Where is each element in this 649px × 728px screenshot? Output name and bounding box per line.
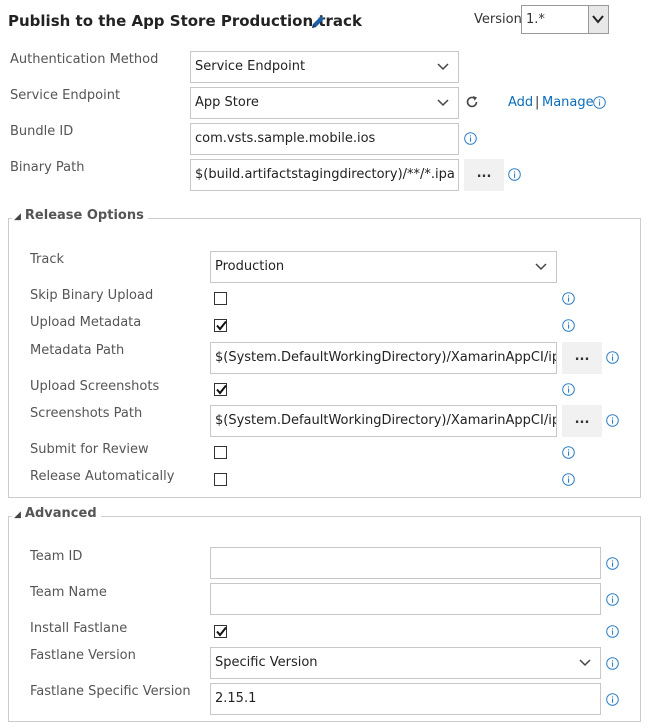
submit-for-review-checkbox[interactable] <box>214 446 227 459</box>
pencil-icon[interactable] <box>310 14 326 30</box>
release-options-title: Release Options <box>24 208 144 223</box>
info-icon[interactable] <box>508 168 521 181</box>
chevron-down-icon <box>579 659 591 667</box>
metadata-path-input[interactable]: $(System.DefaultWorkingDirectory)/Xamari… <box>210 342 557 374</box>
submit-for-review-label: Submit for Review <box>30 442 149 457</box>
info-icon[interactable] <box>562 319 575 332</box>
chevron-down-icon <box>588 6 608 33</box>
service-endpoint-value: App Store <box>195 95 259 110</box>
upload-metadata-checkbox[interactable] <box>214 319 227 332</box>
metadata-path-label: Metadata Path <box>30 343 125 358</box>
track-label: Track <box>30 252 65 267</box>
info-icon[interactable] <box>606 414 619 427</box>
track-value: Production <box>215 259 285 274</box>
bundle-id-value: com.vsts.sample.mobile.ios <box>195 131 376 146</box>
info-icon[interactable] <box>562 292 575 305</box>
auth-method-label: Authentication Method <box>10 52 159 67</box>
skip-binary-upload-checkbox[interactable] <box>214 292 227 305</box>
auth-method-value: Service Endpoint <box>195 59 306 74</box>
upload-screenshots-label: Upload Screenshots <box>30 379 160 394</box>
info-icon[interactable] <box>606 593 619 606</box>
binary-path-input[interactable]: $(build.artifactstagingdirectory)/**/*.i… <box>190 159 459 191</box>
info-icon[interactable] <box>606 351 619 364</box>
service-endpoint-label: Service Endpoint <box>10 88 121 103</box>
screenshots-path-browse-button[interactable]: ... <box>562 405 602 437</box>
binary-path-browse-button[interactable]: ... <box>464 159 504 191</box>
fastlane-version-select[interactable]: Specific Version <box>210 647 601 679</box>
team-id-input[interactable] <box>210 547 601 579</box>
check-icon <box>216 626 227 637</box>
info-icon[interactable] <box>606 557 619 570</box>
release-automatically-label: Release Automatically <box>30 469 175 484</box>
team-id-label: Team ID <box>30 549 83 564</box>
binary-path-label: Binary Path <box>10 160 85 175</box>
fastlane-version-label: Fastlane Version <box>30 648 136 663</box>
info-icon[interactable] <box>464 132 477 145</box>
release-options-legend[interactable]: ◢ Release Options <box>12 208 148 223</box>
metadata-path-browse-button[interactable]: ... <box>562 342 602 374</box>
collapse-triangle-icon: ◢ <box>14 510 21 520</box>
version-label: Version <box>474 12 522 27</box>
page-title: Publish to the App Store Production trac… <box>8 12 362 30</box>
fastlane-version-value: Specific Version <box>215 655 318 670</box>
install-fastlane-checkbox[interactable] <box>214 625 227 638</box>
team-name-label: Team Name <box>30 585 107 600</box>
version-select[interactable]: 1.* <box>521 5 609 34</box>
screenshots-path-label: Screenshots Path <box>30 406 143 421</box>
screenshots-path-value: $(System.DefaultWorkingDirectory)/Xamari… <box>215 413 557 428</box>
link-separator: | <box>535 95 540 110</box>
info-icon[interactable] <box>593 96 606 109</box>
track-select[interactable]: Production <box>210 251 557 283</box>
service-endpoint-select[interactable]: App Store <box>190 87 459 119</box>
add-endpoint-link[interactable]: Add <box>508 95 533 110</box>
version-value: 1.* <box>526 12 545 27</box>
collapse-triangle-icon: ◢ <box>14 212 21 222</box>
bundle-id-input[interactable]: com.vsts.sample.mobile.ios <box>190 123 459 155</box>
screenshots-path-input[interactable]: $(System.DefaultWorkingDirectory)/Xamari… <box>210 405 557 437</box>
advanced-title: Advanced <box>24 506 97 521</box>
chevron-down-icon <box>535 263 547 271</box>
chevron-down-icon <box>437 99 449 107</box>
install-fastlane-label: Install Fastlane <box>30 621 128 636</box>
binary-path-value: $(build.artifactstagingdirectory)/**/*.i… <box>195 167 455 182</box>
upload-screenshots-checkbox[interactable] <box>214 383 227 396</box>
manage-endpoint-link[interactable]: Manage <box>542 95 594 110</box>
skip-binary-upload-label: Skip Binary Upload <box>30 288 154 303</box>
team-name-input[interactable] <box>210 583 601 615</box>
release-automatically-checkbox[interactable] <box>214 473 227 486</box>
fastlane-specific-version-value: 2.15.1 <box>215 691 257 706</box>
check-icon <box>216 320 227 331</box>
check-icon <box>216 384 227 395</box>
metadata-path-value: $(System.DefaultWorkingDirectory)/Xamari… <box>215 350 557 365</box>
info-icon[interactable] <box>562 473 575 486</box>
fastlane-specific-version-input[interactable]: 2.15.1 <box>210 683 601 715</box>
fastlane-specific-version-label: Fastlane Specific Version <box>30 684 191 699</box>
refresh-icon[interactable] <box>465 95 479 109</box>
info-icon[interactable] <box>606 657 619 670</box>
chevron-down-icon <box>437 63 449 71</box>
info-icon[interactable] <box>562 383 575 396</box>
bundle-id-label: Bundle ID <box>10 124 74 139</box>
advanced-legend[interactable]: ◢ Advanced <box>12 506 101 521</box>
info-icon[interactable] <box>606 625 619 638</box>
info-icon[interactable] <box>606 693 619 706</box>
upload-metadata-label: Upload Metadata <box>30 315 142 330</box>
auth-method-select[interactable]: Service Endpoint <box>190 51 459 83</box>
info-icon[interactable] <box>562 446 575 459</box>
